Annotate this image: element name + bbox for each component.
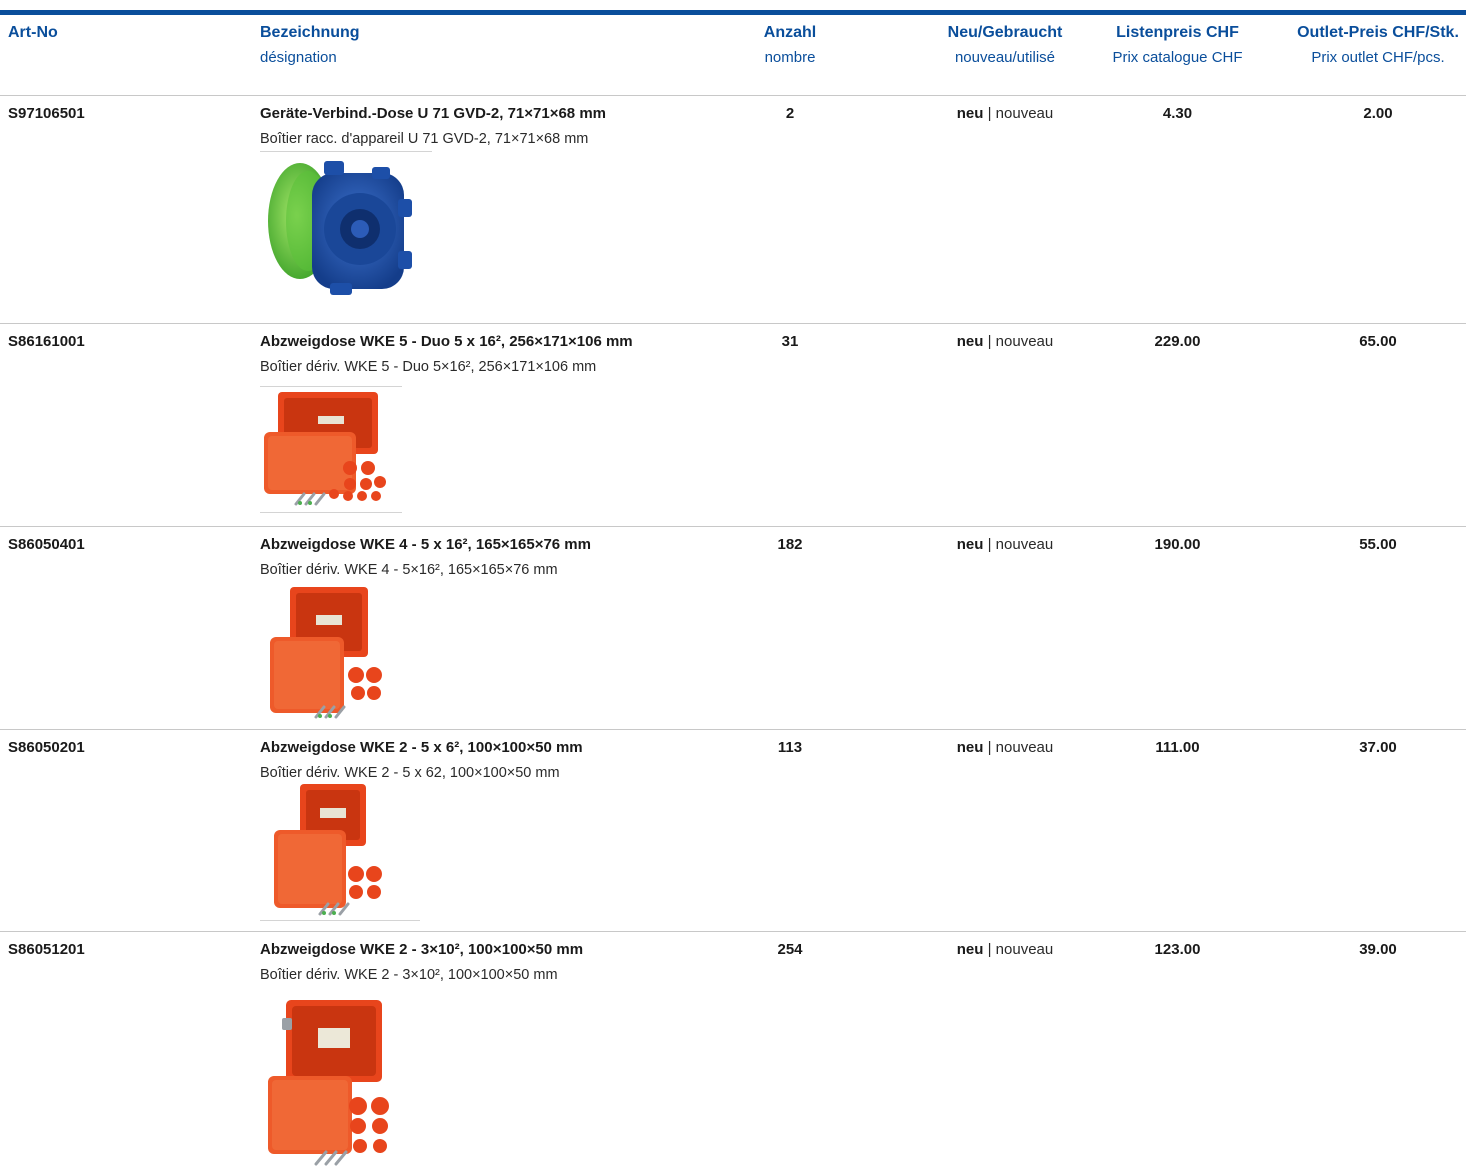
red-junction-box-image [260,583,390,723]
product-photo [274,784,382,916]
top-accent-bar [0,10,1466,15]
product-subtitle: Boîtier dériv. WKE 2 - 3×10², 100×100×50… [260,967,558,983]
table-row: S86050201 Abzweigdose WKE 2 - 5 x 6², 10… [0,729,1466,932]
product-photo [268,161,412,295]
list-price: 123.00 [1154,941,1201,958]
header-list-price: Listenpreis CHF Prix catalogue CHF [1112,24,1243,66]
header-quantity: Anzahl nombre [763,24,817,66]
list-price: 4.30 [1162,105,1193,122]
product-title: Abzweigdose WKE 2 - 5 x 6², 100×100×50 m… [260,739,583,756]
quantity: 113 [777,739,803,756]
product-photo [264,392,386,506]
table-row: S86051201 Abzweigdose WKE 2 - 3×10², 100… [0,931,1466,1168]
product-description: Abzweigdose WKE 2 - 3×10², 100×100×50 mm… [260,940,720,985]
outlet-price: 2.00 [1363,105,1393,122]
outlet-price: 37.00 [1359,739,1397,756]
product-title: Abzweigdose WKE 5 - Duo 5 x 16², 256×171… [260,333,633,350]
product-description: Abzweigdose WKE 5 - Duo 5 x 16², 256×171… [260,332,720,377]
header-condition: Neu/Gebraucht nouveau/utilisé [947,24,1063,66]
product-title: Geräte-Verbind.-Dose U 71 GVD-2, 71×71×6… [260,105,606,122]
product-photo [268,1000,389,1166]
quantity: 182 [777,536,803,553]
product-description: Abzweigdose WKE 4 - 5 x 16², 165×165×76 … [260,535,720,580]
outlet-price: 39.00 [1359,941,1397,958]
image-divider [260,920,420,921]
outlet-price: 65.00 [1359,333,1397,350]
table-row: S97106501 Geräte-Verbind.-Dose U 71 GVD-… [0,95,1466,324]
list-price: 111.00 [1155,739,1200,756]
quantity: 2 [785,105,795,122]
condition: neu | nouveau [956,941,1054,958]
condition: neu | nouveau [956,536,1054,553]
product-subtitle: Boîtier racc. d'appareil U 71 GVD-2, 71×… [260,131,589,147]
product-description: Geräte-Verbind.-Dose U 71 GVD-2, 71×71×6… [260,104,720,149]
image-divider [260,512,402,513]
header-designation: Bezeichnung désignation [260,24,360,66]
product-subtitle: Boîtier dériv. WKE 2 - 5 x 62, 100×100×5… [260,765,560,781]
table-header: Art-No Bezeichnung désignation Anzahl no… [0,20,1466,80]
product-subtitle: Boîtier dériv. WKE 4 - 5×16², 165×165×76… [260,562,558,578]
condition: neu | nouveau [956,333,1054,350]
outlet-price: 55.00 [1359,536,1397,553]
table-row: S86050401 Abzweigdose WKE 4 - 5 x 16², 1… [0,526,1466,730]
condition: neu | nouveau [956,105,1054,122]
table-row: S86161001 Abzweigdose WKE 5 - Duo 5 x 16… [0,323,1466,527]
product-title: Abzweigdose WKE 4 - 5 x 16², 165×165×76 … [260,536,591,553]
red-junction-box-image [260,988,410,1168]
article-number: S86050201 [8,739,85,756]
list-price: 229.00 [1154,333,1201,350]
product-subtitle: Boîtier dériv. WKE 5 - Duo 5×16², 256×17… [260,359,597,375]
blue-box-green-lid-image [260,151,432,299]
article-number: S86050401 [8,536,85,553]
header-outlet-price: Outlet-Preis CHF/Stk. Prix outlet CHF/pc… [1297,24,1459,66]
image-divider [260,386,402,387]
article-number: S97106501 [8,105,85,122]
red-junction-box-image [260,782,420,922]
product-title: Abzweigdose WKE 2 - 3×10², 100×100×50 mm [260,941,584,958]
product-description: Abzweigdose WKE 2 - 5 x 6², 100×100×50 m… [260,738,720,783]
article-number: S86161001 [8,333,85,350]
image-divider [260,151,432,152]
condition: neu | nouveau [956,739,1054,756]
article-number: S86051201 [8,941,85,958]
red-junction-box-image [260,386,402,514]
list-price: 190.00 [1154,536,1201,553]
header-art-no: Art-No [8,24,58,41]
quantity: 254 [777,941,803,958]
quantity: 31 [781,333,799,350]
product-photo [270,587,382,719]
